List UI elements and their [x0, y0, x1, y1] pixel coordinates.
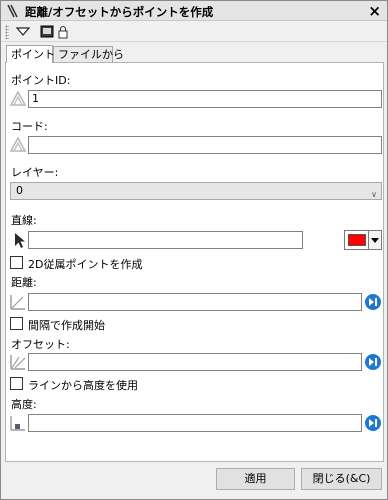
- dialog-window: 距離/オフセットからポイントを作成 × ポイント ファイルから ポイントID: …: [0, 0, 388, 500]
- point-id-label: ポイントID:: [11, 74, 71, 87]
- layer-label: レイヤー:: [11, 166, 59, 179]
- apply-button[interactable]: 適用: [216, 468, 295, 490]
- tab-from-file[interactable]: ファイルから: [53, 46, 124, 63]
- elevation-pick-button[interactable]: [364, 414, 382, 432]
- offset-label: オフセット:: [11, 338, 70, 351]
- line-label: 直線:: [11, 214, 37, 227]
- start-at-interval-label: 間隔で作成開始: [28, 319, 105, 332]
- close-button[interactable]: 閉じる(&C): [301, 468, 382, 490]
- distance-input[interactable]: [28, 293, 362, 311]
- code-label: コード:: [11, 120, 48, 133]
- chevron-down-icon: [371, 238, 379, 243]
- start-at-interval-checkbox[interactable]: [10, 317, 23, 330]
- use-line-elevation-label: ラインから高度を使用: [28, 379, 138, 392]
- lock-icon[interactable]: [55, 24, 71, 40]
- close-window-icon[interactable]: ×: [368, 2, 381, 20]
- code-input[interactable]: [28, 136, 382, 154]
- elevation-label: 高度:: [11, 398, 37, 411]
- pick-cursor-icon[interactable]: [11, 231, 29, 249]
- elevation-icon: [10, 416, 25, 431]
- filter-dropdown-icon[interactable]: [15, 24, 31, 40]
- display-icon[interactable]: [39, 24, 55, 40]
- chevron-down-icon: ∨: [371, 190, 377, 199]
- color-swatch: [348, 234, 366, 246]
- elevation-input[interactable]: [28, 414, 362, 432]
- distance-icon: [10, 295, 25, 310]
- line-color-picker[interactable]: [344, 230, 382, 250]
- point-id-input[interactable]: 1: [28, 90, 382, 108]
- line-input[interactable]: [28, 231, 303, 249]
- toolbar: [1, 22, 387, 42]
- layer-selected-value: 0: [16, 184, 23, 197]
- distance-label: 距離:: [11, 276, 37, 289]
- use-line-elevation-checkbox[interactable]: [10, 377, 23, 390]
- window-title: 距離/オフセットからポイントを作成: [25, 5, 214, 19]
- create-2d-checkbox[interactable]: [10, 256, 23, 269]
- distance-pick-button[interactable]: [364, 293, 382, 311]
- layer-select[interactable]: 0 ∨: [10, 182, 382, 200]
- title-bar[interactable]: 距離/オフセットからポイントを作成 ×: [1, 1, 387, 21]
- create-2d-label: 2D従属ポイントを作成: [28, 258, 143, 271]
- code-icon: [9, 136, 27, 152]
- tab-panel: ポイントID: 1 コード: レイヤー: 0 ∨ 直線: 2D従属ポイントを作成…: [5, 62, 384, 462]
- offset-input[interactable]: [28, 353, 362, 371]
- app-logo-icon: [7, 4, 18, 18]
- tab-point[interactable]: ポイント: [6, 45, 55, 63]
- offset-pick-button[interactable]: [364, 353, 382, 371]
- toolbar-grip-icon[interactable]: [5, 25, 9, 39]
- color-dropdown-button[interactable]: [368, 231, 381, 249]
- point-icon: [9, 90, 27, 106]
- offset-icon: [10, 355, 26, 370]
